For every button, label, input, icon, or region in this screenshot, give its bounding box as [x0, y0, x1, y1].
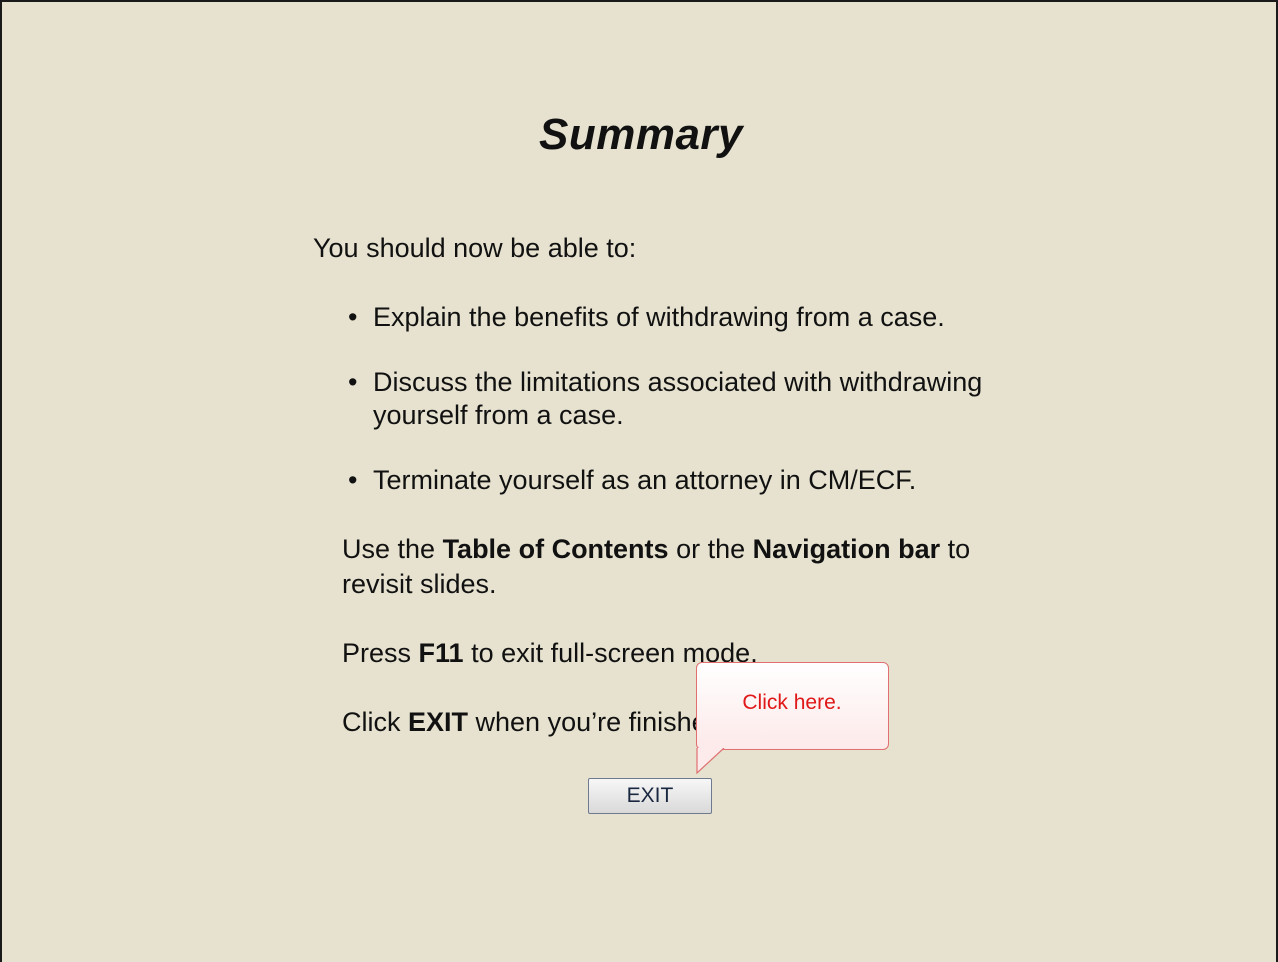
nav-tip-mid: or the	[668, 534, 753, 564]
navigation-tip: Use the Table of Contents or the Navigat…	[342, 532, 982, 602]
exit-tip-post: when you’re finished.	[468, 707, 730, 737]
navigation-bar-term: Navigation bar	[752, 534, 941, 564]
f11-key: F11	[418, 638, 464, 668]
bullet-text: Terminate yourself as an attorney in CM/…	[373, 465, 917, 495]
bullet-text: Explain the benefits of withdrawing from…	[373, 302, 945, 332]
bullet-dot: •	[348, 367, 358, 397]
bullet-dot: •	[348, 465, 358, 495]
exit-tip-pre: Click	[342, 707, 408, 737]
exit-button[interactable]: EXIT	[588, 778, 712, 814]
bullet-item: • Discuss the limitations associated wit…	[348, 366, 988, 432]
table-of-contents-term: Table of Contents	[442, 534, 669, 564]
bullet-text: Discuss the limitations associated with …	[373, 367, 983, 430]
nav-tip-pre: Use the	[342, 534, 443, 564]
slide: Summary You should now be able to: • Exp…	[0, 0, 1278, 962]
fullscreen-tip: Press F11 to exit full-screen mode.	[342, 636, 1022, 671]
f11-tip-pre: Press	[342, 638, 419, 668]
callout-pointer	[696, 748, 725, 774]
bullet-dot: •	[348, 302, 358, 332]
slide-title: Summary	[538, 110, 744, 159]
exit-key: EXIT	[408, 707, 469, 737]
intro-text: You should now be able to:	[313, 233, 637, 263]
bullet-item: • Terminate yourself as an attorney in C…	[348, 464, 1028, 497]
click-here-callout: Click here.	[696, 662, 889, 750]
callout-text: Click here.	[742, 691, 842, 714]
exit-tip: Click EXIT when you’re finished.	[342, 705, 1022, 740]
bullet-item: • Explain the benefits of withdrawing fr…	[348, 301, 1028, 334]
